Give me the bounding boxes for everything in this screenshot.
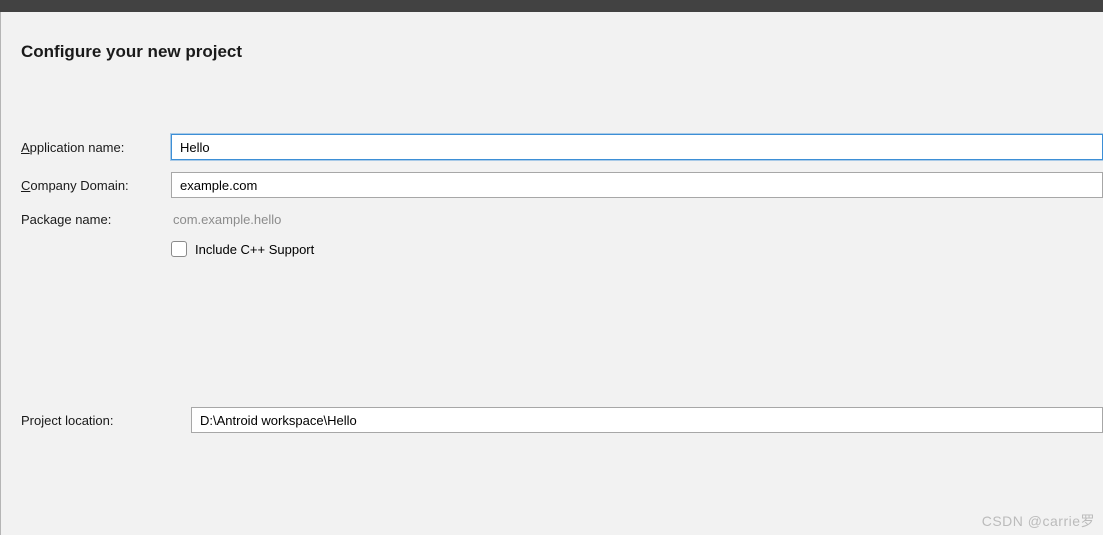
label-project-location: Project location:	[21, 413, 191, 428]
company-domain-input[interactable]	[171, 172, 1103, 198]
row-application-name: Application name:	[21, 134, 1103, 160]
window-titlebar	[0, 0, 1103, 12]
include-cpp-label: Include C++ Support	[195, 242, 314, 257]
row-include-cpp: Include C++ Support	[171, 241, 1103, 257]
label-rest: ompany Domain:	[30, 178, 128, 193]
label-mnemonic: C	[21, 178, 30, 193]
application-name-input[interactable]	[171, 134, 1103, 160]
wizard-panel: Configure your new project Application n…	[1, 12, 1103, 535]
label-mnemonic: A	[21, 140, 30, 155]
row-company-domain: Company Domain:	[21, 172, 1103, 198]
include-cpp-checkbox[interactable]	[171, 241, 187, 257]
label-rest: pplication name:	[30, 140, 125, 155]
package-name-value: com.example.hello	[171, 210, 1103, 229]
page-title: Configure your new project	[21, 42, 1103, 62]
row-project-location: Project location:	[21, 407, 1103, 433]
row-package-name: Package name: com.example.hello	[21, 210, 1103, 229]
label-package-name: Package name:	[21, 212, 171, 227]
watermark: CSDN @carrie罗	[982, 511, 1095, 531]
label-application-name: Application name:	[21, 140, 171, 155]
label-company-domain: Company Domain:	[21, 178, 171, 193]
project-location-input[interactable]	[191, 407, 1103, 433]
